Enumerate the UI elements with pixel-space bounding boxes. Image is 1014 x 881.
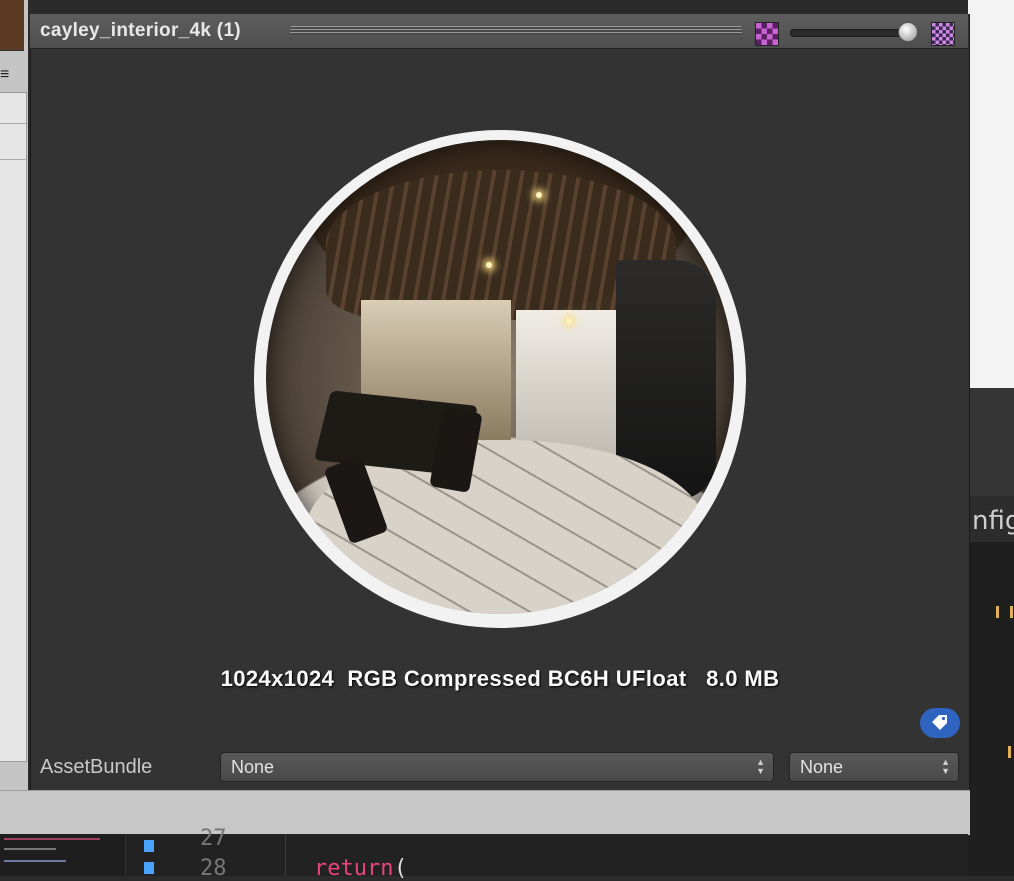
background-editor-dark bbox=[968, 388, 1014, 876]
dropdown-arrows-icon: ▲ ▼ bbox=[756, 757, 765, 776]
dropdown-arrows-icon: ▲ ▼ bbox=[941, 757, 950, 776]
background-string-tick bbox=[1010, 606, 1013, 618]
background-thumbnail bbox=[0, 0, 24, 51]
background-window-light bbox=[968, 0, 1014, 388]
assetbundle-label: AssetBundle bbox=[40, 756, 153, 778]
assetbundle-variant-value: None bbox=[800, 757, 844, 777]
hamburger-menu-icon[interactable]: ≡ bbox=[0, 66, 9, 84]
code-text: ( bbox=[394, 856, 408, 881]
background-status-bar bbox=[0, 790, 970, 835]
breakpoint-marker[interactable] bbox=[144, 840, 154, 852]
background-list-panel bbox=[0, 92, 27, 762]
line-number: 28 bbox=[200, 856, 227, 881]
drag-grip[interactable] bbox=[290, 26, 742, 35]
code-keyword: return bbox=[314, 856, 394, 881]
zoom-slider-knob[interactable] bbox=[898, 22, 918, 42]
hdri-sphere-preview bbox=[266, 140, 734, 614]
tag-icon bbox=[932, 715, 947, 730]
assetbundle-variant-dropdown[interactable]: None ▲ ▼ bbox=[789, 752, 959, 782]
background-string-tick bbox=[1008, 746, 1011, 758]
line-number: 27 bbox=[200, 826, 227, 851]
background-string-tick bbox=[996, 606, 999, 618]
checker-large-icon[interactable] bbox=[931, 22, 955, 46]
assetbundle-name-value: None bbox=[231, 757, 275, 777]
assetbundle-name-dropdown[interactable]: None ▲ ▼ bbox=[220, 752, 774, 782]
code-divider bbox=[285, 834, 286, 876]
checker-small-icon[interactable] bbox=[755, 22, 779, 46]
texture-info-text: 1024x1024 RGB Compressed BC6H UFloat 8.0… bbox=[220, 666, 780, 691]
breakpoint-marker[interactable] bbox=[144, 862, 154, 874]
background-partial-text: nfig. bbox=[972, 506, 1014, 536]
tag-button[interactable] bbox=[920, 708, 960, 738]
code-minimap bbox=[0, 834, 126, 876]
preview-title: cayley_interior_4k (1) bbox=[40, 20, 241, 41]
zoom-slider[interactable] bbox=[790, 29, 912, 37]
